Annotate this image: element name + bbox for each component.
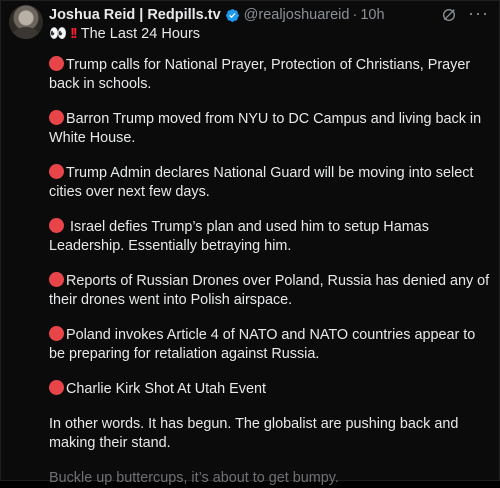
list-item-text: Barron Trump moved from NYU to DC Campus…: [49, 111, 482, 146]
list-item: Reports of Russian Drones over Poland, R…: [49, 272, 494, 310]
double-exclamation-icon: !!: [70, 25, 78, 42]
outro-text: In other words. It has begun. The global…: [49, 416, 459, 451]
separator-dot: ·: [352, 7, 358, 23]
post-timestamp[interactable]: 10h: [360, 7, 384, 23]
avatar[interactable]: [9, 5, 43, 39]
post-header: Joshua Reid | Redpills.tv @realjoshuarei…: [49, 5, 385, 25]
list-item-text: Trump Admin declares National Guard will…: [49, 165, 474, 200]
subtitle-text: The Last 24 Hours: [80, 25, 201, 42]
list-item-text: Israel defies Trump’s plan and used him …: [49, 219, 429, 254]
red-circle-icon: [49, 380, 64, 395]
list-item-text: Trump calls for National Prayer, Protect…: [49, 57, 471, 92]
red-circle-icon: [49, 218, 64, 233]
red-circle-icon: [49, 326, 64, 341]
list-item-text: Charlie Kirk Shot At Utah Event: [66, 381, 266, 397]
author-handle[interactable]: @realjoshuareid: [244, 7, 350, 23]
more-options-icon[interactable]: ···: [468, 3, 489, 24]
list-item: Charlie Kirk Shot At Utah Event: [49, 380, 494, 399]
verified-badge-icon: [225, 8, 239, 22]
list-item: Trump calls for National Prayer, Protect…: [49, 56, 494, 94]
post-card[interactable]: Joshua Reid | Redpills.tv @realjoshuarei…: [0, 0, 500, 486]
red-circle-icon: [49, 164, 64, 179]
avatar-shoulders: [13, 27, 39, 39]
list-item: Poland invokes Article 4 of NATO and NAT…: [49, 326, 494, 364]
list-item: Israel defies Trump’s plan and used him …: [49, 218, 494, 256]
post-body: Trump calls for National Prayer, Protect…: [49, 56, 494, 488]
red-circle-icon: [49, 110, 64, 125]
list-item-text: Poland invokes Article 4 of NATO and NAT…: [49, 327, 476, 362]
closing-text: Buckle up buttercups, it’s about to get …: [49, 470, 339, 486]
grok-icon[interactable]: [441, 7, 457, 23]
red-circle-icon: [49, 272, 64, 287]
list-item: Barron Trump moved from NYU to DC Campus…: [49, 110, 494, 148]
post-subtitle: 👀 !! The Last 24 Hours: [49, 25, 201, 43]
list-item-text: Reports of Russian Drones over Poland, R…: [49, 273, 490, 308]
eyes-emoji-icon: 👀: [49, 26, 68, 42]
author-display-name[interactable]: Joshua Reid | Redpills.tv: [49, 7, 221, 23]
list-item: Trump Admin declares National Guard will…: [49, 164, 494, 202]
red-circle-icon: [49, 56, 64, 71]
